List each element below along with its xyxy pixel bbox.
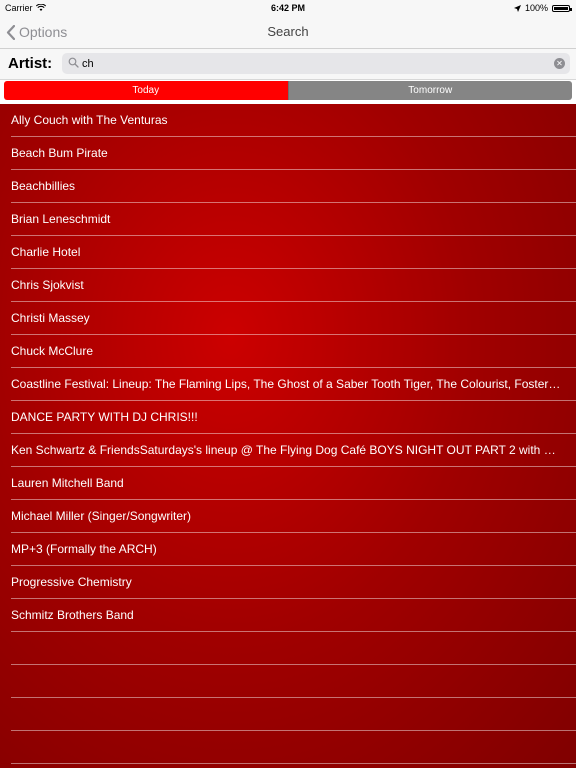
page-title: Search: [267, 24, 309, 39]
list-item[interactable]: DANCE PARTY WITH DJ CHRIS!!!: [11, 401, 576, 434]
search-icon: [68, 57, 79, 68]
list-item[interactable]: Beachbillies: [11, 170, 576, 203]
list-item[interactable]: Progressive Chemistry: [11, 566, 576, 599]
list-item[interactable]: MP+3 (Formally the ARCH): [11, 533, 576, 566]
empty-row: [11, 665, 576, 698]
navigation-bar: Options Search: [0, 16, 576, 49]
battery-icon: [552, 4, 572, 12]
empty-row: [11, 764, 576, 768]
battery-percent: 100%: [524, 3, 548, 13]
artist-label: Artist:: [8, 55, 53, 72]
search-row: Artist: ✕: [0, 49, 576, 80]
list-item[interactable]: Michael Miller (Singer/Songwriter): [11, 500, 576, 533]
segment-tomorrow[interactable]: Tomorrow: [287, 81, 572, 100]
list-item[interactable]: Beach Bum Pirate: [11, 137, 576, 170]
list-item[interactable]: Christi Massey: [11, 302, 576, 335]
day-segmented-control: Today Tomorrow: [4, 81, 572, 100]
list-item[interactable]: Lauren Mitchell Band: [11, 467, 576, 500]
list-item[interactable]: Ally Couch with The Venturas: [11, 104, 576, 137]
clear-search-icon[interactable]: ✕: [554, 58, 565, 69]
status-time: 6:42 PM: [270, 3, 305, 13]
location-arrow-icon: [513, 4, 521, 12]
list-item[interactable]: Charlie Hotel: [11, 236, 576, 269]
status-right: 100%: [513, 3, 572, 13]
segment-today[interactable]: Today: [4, 81, 288, 100]
list-item[interactable]: Brian Leneschmidt: [11, 203, 576, 236]
list-item[interactable]: Chuck McClure: [11, 335, 576, 368]
list-item[interactable]: Chris Sjokvist: [11, 269, 576, 302]
search-field[interactable]: ✕: [62, 53, 570, 74]
list-item[interactable]: Ken Schwartz & FriendsSaturdays's lineup…: [11, 434, 576, 467]
empty-row: [11, 731, 576, 764]
list-item[interactable]: Schmitz Brothers Band: [11, 599, 576, 632]
empty-row: [11, 632, 576, 665]
results-list[interactable]: Ally Couch with The Venturas Beach Bum P…: [0, 104, 576, 768]
status-bar: Carrier 6:42 PM 100%: [0, 0, 576, 16]
empty-row: [11, 698, 576, 731]
list-item[interactable]: Coastline Festival: Lineup: The Flaming …: [11, 368, 576, 401]
search-input[interactable]: [82, 53, 542, 74]
